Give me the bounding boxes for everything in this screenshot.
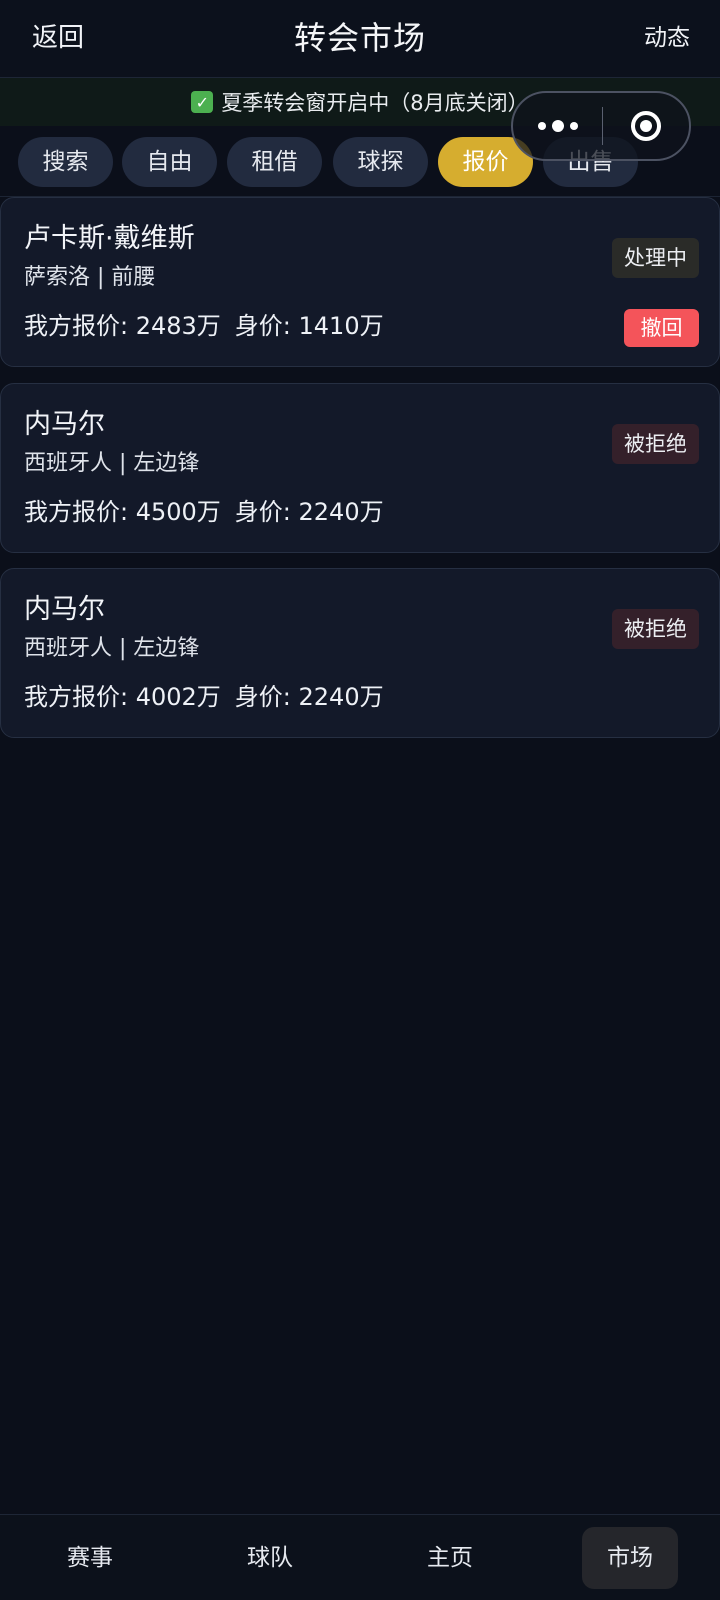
- offer-card[interactable]: 内马尔 西班牙人 | 左边锋 我方报价: 4500万 身价: 2240万 被拒绝: [0, 383, 720, 553]
- offer-prices: 我方报价: 4002万 身价: 2240万: [24, 680, 384, 714]
- more-dots-icon[interactable]: [513, 93, 602, 159]
- our-offer: 我方报价: 2483万: [24, 312, 221, 340]
- our-offer: 我方报价: 4002万: [24, 683, 221, 711]
- player-name: 内马尔: [24, 409, 105, 440]
- tab-scout[interactable]: 球探: [333, 137, 428, 187]
- bottom-nav: 赛事 球队 主页 市场: [0, 1514, 720, 1600]
- page-title: 转会市场: [293, 19, 426, 57]
- offer-prices: 我方报价: 2483万 身价: 1410万: [24, 309, 384, 343]
- market-value: 身价: 1410万: [234, 312, 384, 340]
- status-badge: 被拒绝: [612, 424, 699, 464]
- our-offer: 我方报价: 4500万: [24, 498, 221, 526]
- player-club-position: 西班牙人 | 左边锋: [24, 636, 200, 661]
- tab-search[interactable]: 搜索: [18, 137, 113, 187]
- offer-card[interactable]: 卢卡斯·戴维斯 萨索洛 | 前腰 我方报价: 2483万 身价: 1410万 处理…: [0, 197, 720, 367]
- target-close-icon[interactable]: [603, 93, 689, 159]
- nav-matches[interactable]: 赛事: [42, 1527, 138, 1589]
- market-value: 身价: 2240万: [234, 498, 384, 526]
- top-bar: 返回 转会市场 动态: [0, 0, 720, 78]
- status-badge: 被拒绝: [612, 609, 699, 649]
- check-mark-icon: ✓: [191, 91, 214, 113]
- nav-market[interactable]: 市场: [582, 1527, 678, 1589]
- player-club-position: 萨索洛 | 前腰: [24, 265, 156, 290]
- offer-card[interactable]: 内马尔 西班牙人 | 左边锋 我方报价: 4002万 身价: 2240万 被拒绝: [0, 568, 720, 738]
- notice-text: 夏季转会窗开启中（8月底关闭）: [221, 91, 529, 115]
- player-name: 内马尔: [24, 594, 105, 625]
- tab-free[interactable]: 自由: [122, 137, 217, 187]
- player-name: 卢卡斯·戴维斯: [24, 223, 195, 254]
- offer-prices: 我方报价: 4500万 身价: 2240万: [24, 495, 384, 529]
- mini-program-capsule: [511, 91, 691, 161]
- market-value: 身价: 2240万: [234, 683, 384, 711]
- status-badge: 处理中: [612, 238, 699, 278]
- tab-loan[interactable]: 租借: [227, 137, 322, 187]
- activity-button[interactable]: 动态: [644, 22, 690, 54]
- player-club-position: 西班牙人 | 左边锋: [24, 451, 200, 476]
- nav-team[interactable]: 球队: [222, 1527, 318, 1589]
- withdraw-button[interactable]: 撤回: [624, 309, 699, 347]
- transfer-market-screen: 返回 转会市场 动态 ✓ 夏季转会窗开启中（8月底关闭） 搜索 自由 租借 球探…: [0, 0, 720, 1600]
- nav-home[interactable]: 主页: [402, 1527, 498, 1589]
